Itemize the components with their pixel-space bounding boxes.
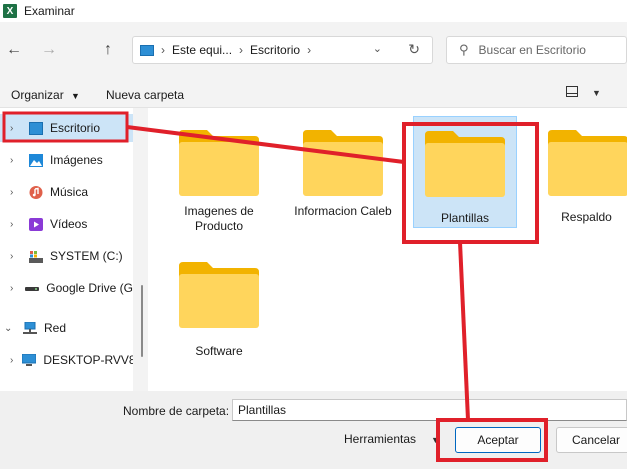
excel-app-icon: X — [3, 4, 17, 18]
folder-respaldo[interactable]: Respaldo — [540, 128, 627, 225]
drive-icon — [25, 286, 40, 291]
sidebar-item-desktop-rvv8[interactable]: › DESKTOP-RVV8 — [0, 346, 133, 374]
address-bar[interactable]: › Este equi... › Escritorio › ⌄ ↻ — [132, 36, 433, 64]
folder-icon — [548, 130, 627, 196]
address-segment-this-pc[interactable]: Este equi... — [172, 43, 232, 57]
new-folder-button[interactable]: Nueva carpeta — [106, 88, 184, 102]
search-icon: ⚲ — [459, 42, 469, 57]
folder-name-label: Nombre de carpeta: — [123, 404, 230, 418]
folder-label: Software — [195, 344, 243, 358]
sidebar-item-label: Escritorio — [50, 121, 101, 135]
desktop-icon — [29, 121, 43, 135]
sidebar-item-label: Red — [44, 321, 67, 335]
computer-icon — [22, 353, 37, 366]
folder-label: Imagenes de Producto — [184, 204, 254, 233]
chevron-right-icon: › — [307, 43, 312, 57]
chevron-right-icon[interactable]: › — [10, 251, 20, 262]
network-icon — [23, 321, 37, 334]
folder-imagenes-de-producto[interactable]: Imagenes de Producto — [167, 128, 271, 234]
accept-button[interactable]: Aceptar — [455, 427, 541, 453]
chevron-right-icon[interactable]: › — [10, 155, 20, 166]
title-bar: X Examinar — [0, 0, 627, 22]
sidebar-item-videos[interactable]: › Vídeos — [0, 210, 133, 238]
sidebar-item-imagenes[interactable]: › Imágenes — [0, 146, 133, 174]
music-icon — [29, 185, 43, 199]
forward-button[interactable]: → — [39, 40, 59, 60]
folder-label: Plantillas — [440, 211, 490, 225]
sidebar-item-label: Imágenes — [50, 153, 103, 167]
sidebar-item-musica[interactable]: › Música — [0, 178, 133, 206]
arrow-right-icon: → — [41, 41, 57, 58]
search-box[interactable]: ⚲ Buscar en Escritorio — [446, 36, 627, 64]
sidebar-item-system-c[interactable]: › SYSTEM (C:) — [0, 242, 133, 270]
sidebar-item-label: SYSTEM (C:) — [50, 249, 123, 263]
folder-name-input[interactable]: Plantillas — [232, 399, 627, 421]
organize-label: Organizar — [11, 88, 64, 102]
folder-icon — [179, 262, 259, 328]
window-title: Examinar — [24, 4, 75, 18]
chevron-right-icon[interactable]: › — [10, 355, 13, 366]
address-segment-desktop[interactable]: Escritorio — [250, 43, 300, 57]
refresh-icon[interactable]: ↻ — [408, 41, 420, 58]
arrow-left-icon: ← — [6, 41, 22, 58]
folder-plantillas[interactable]: Plantillas — [413, 116, 517, 228]
navigation-pane: › Escritorio › Imágenes › Música › Vídeo… — [0, 108, 133, 391]
sidebar-item-red[interactable]: ⌄ Red — [0, 314, 133, 342]
chevron-right-icon[interactable]: › — [10, 123, 20, 134]
file-list: Imagenes de Producto Informacion Caleb P… — [148, 108, 627, 391]
caret-down-icon[interactable]: ▼ — [592, 88, 601, 98]
up-button[interactable]: ↑ — [98, 40, 118, 60]
folder-software[interactable]: Software — [167, 260, 271, 359]
drive-icon — [29, 250, 43, 263]
folder-icon — [425, 131, 505, 197]
sidebar-item-google-drive[interactable]: › Google Drive (G — [0, 274, 133, 302]
command-toolbar — [0, 78, 627, 108]
folder-icon — [179, 130, 259, 196]
sidebar-scrollbar[interactable] — [141, 285, 143, 357]
search-input[interactable]: Buscar en Escritorio — [479, 43, 586, 57]
folder-icon — [303, 130, 383, 196]
view-icon[interactable] — [566, 86, 578, 97]
caret-down-icon: ▼ — [71, 91, 80, 101]
chevron-right-icon[interactable]: › — [10, 283, 16, 294]
videos-icon — [29, 217, 43, 231]
chevron-right-icon: › — [239, 43, 244, 57]
folder-label: Informacion Caleb — [294, 204, 392, 218]
folder-label: Respaldo — [561, 210, 612, 224]
organize-button[interactable]: Organizar ▼ — [11, 88, 80, 102]
cancel-button[interactable]: Cancelar — [556, 427, 627, 453]
chevron-down-icon[interactable]: ⌄ — [4, 323, 14, 334]
chevron-right-icon[interactable]: › — [10, 187, 20, 198]
chevron-right-icon[interactable]: › — [10, 219, 20, 230]
pictures-icon — [29, 153, 43, 167]
folder-informacion-caleb[interactable]: Informacion Caleb — [291, 128, 395, 219]
arrow-up-icon: ↑ — [104, 41, 112, 58]
tools-button[interactable]: Herramientas — [344, 432, 416, 446]
sidebar-item-label: Google Drive (G — [46, 281, 133, 295]
caret-down-icon[interactable]: ▼ — [431, 435, 440, 445]
sidebar-item-label: DESKTOP-RVV8 — [43, 353, 133, 367]
sidebar-item-label: Música — [50, 185, 89, 199]
sidebar-item-escritorio[interactable]: › Escritorio — [0, 114, 133, 142]
back-button[interactable]: ← — [4, 40, 24, 60]
chevron-down-icon[interactable]: ⌄ — [373, 42, 382, 55]
sidebar-item-label: Vídeos — [50, 217, 88, 231]
chevron-right-icon: › — [161, 43, 165, 57]
computer-icon — [140, 44, 154, 56]
